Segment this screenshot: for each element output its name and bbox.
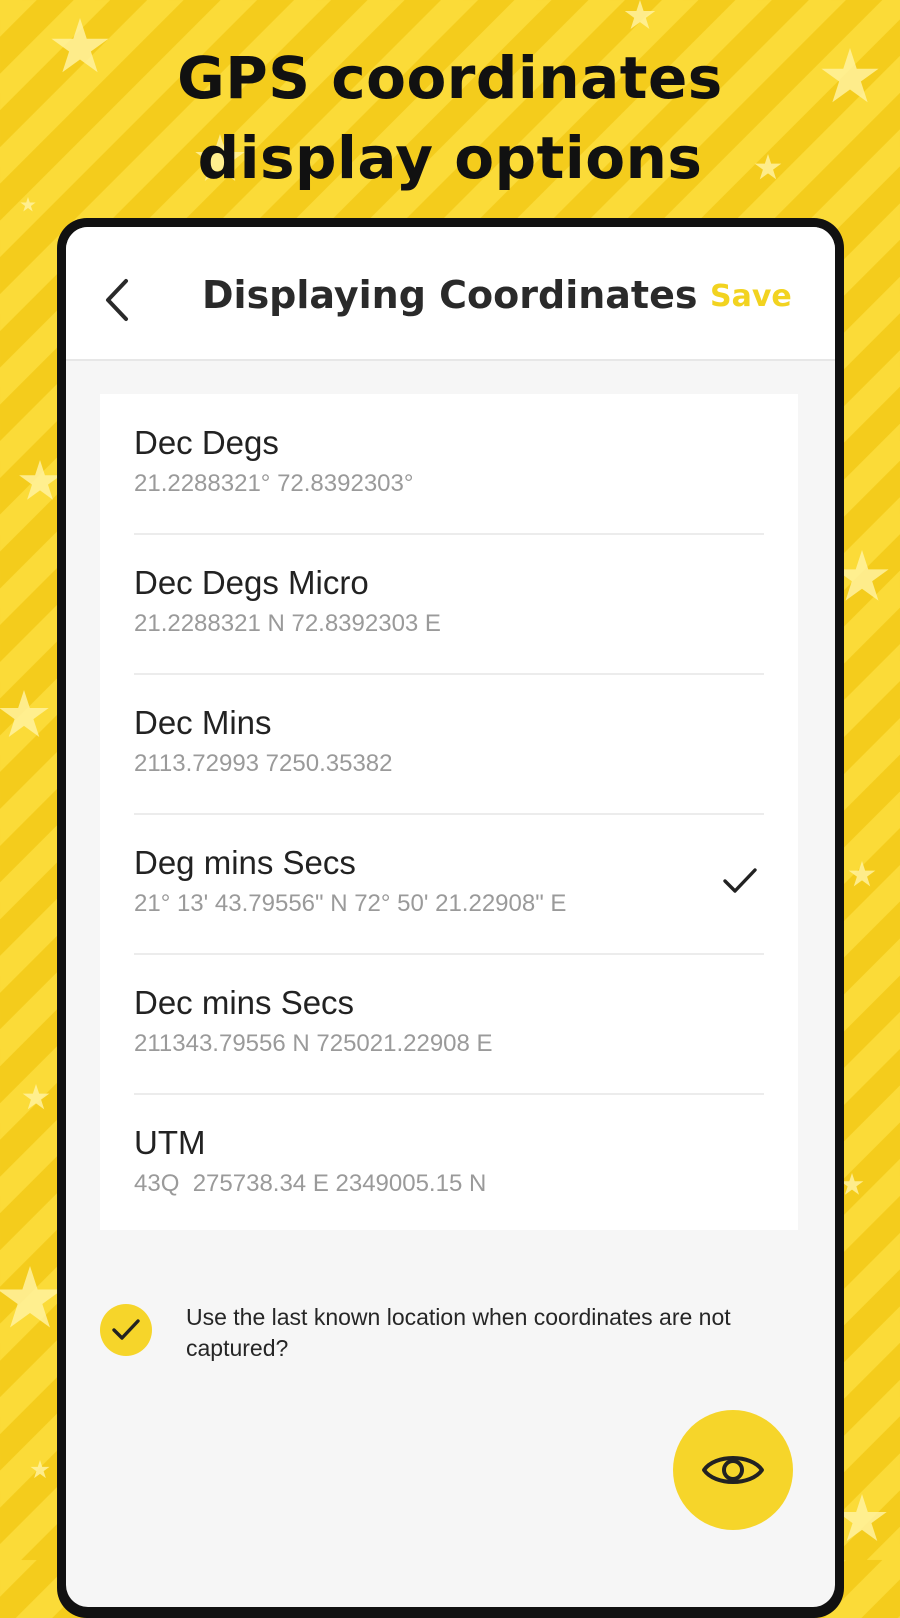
star-decoration [840,1173,864,1195]
star-decoration [30,1460,50,1479]
option-label: Deg mins Secs [134,844,356,881]
promo-headline: GPS coordinates display options [0,38,900,198]
option-example-value: 21° 13' 43.79556" N 72° 50' 21.22908" E [134,890,567,917]
app-bar: Displaying Coordinates Save [66,227,835,361]
option-label: Dec Degs Micro [134,564,369,601]
option-deg-mins-secs[interactable]: Deg mins Secs 21° 13' 43.79556" N 72° 50… [134,814,764,955]
star-decoration [20,197,36,212]
promo-headline-line-2: display options [197,124,703,192]
option-dec-mins[interactable]: Dec Mins 2113.72993 7250.35382 [134,674,764,815]
option-example-value: 43Q 275738.34 E 2349005.15 N [134,1170,487,1197]
star-decoration [0,1266,63,1328]
preview-fab-button[interactable] [673,1410,793,1530]
option-label: Dec mins Secs [134,984,355,1021]
option-label: Dec Mins [134,704,272,741]
page-title: Displaying Coordinates [202,273,698,317]
option-label: Dec Degs [134,424,279,461]
app-screen: Displaying Coordinates Save Dec Degs 21.… [66,227,835,1607]
coordinate-format-list: Dec Degs 21.2288321° 72.8392303° Dec Deg… [100,394,798,1230]
option-utm[interactable]: UTM 43Q 275738.34 E 2349005.15 N [134,1094,764,1233]
option-example-value: 2113.72993 7250.35382 [134,750,393,777]
star-decoration [22,1084,50,1110]
promo-headline-line-1: GPS coordinates [177,44,723,112]
eye-icon [702,1456,764,1484]
option-dec-degs[interactable]: Dec Degs 21.2288321° 72.8392303° [134,394,764,535]
last-known-location-setting: Use the last known location when coordin… [100,1302,800,1392]
star-decoration [837,1494,887,1542]
option-dec-mins-secs[interactable]: Dec mins Secs 211343.79556 N 725021.2290… [134,954,764,1095]
option-label: UTM [134,1124,206,1161]
phone-frame: Displaying Coordinates Save Dec Degs 21.… [57,218,844,1618]
star-decoration [624,0,656,29]
back-button[interactable] [98,275,138,325]
option-example-value: 211343.79556 N 725021.22908 E [134,1030,493,1057]
star-decoration [19,460,61,500]
star-decoration [848,861,876,887]
checkmark-icon [112,1319,140,1340]
option-example-value: 21.2288321 N 72.8392303 E [134,610,441,637]
last-known-location-label: Use the last known location when coordin… [186,1304,731,1361]
option-example-value: 21.2288321° 72.8392303° [134,470,414,497]
chevron-left-icon [106,279,128,321]
last-known-location-checkbox[interactable] [100,1304,152,1356]
star-decoration [0,690,49,738]
checkmark-icon [723,868,757,893]
save-button[interactable]: Save [710,279,792,314]
option-dec-degs-micro[interactable]: Dec Degs Micro 21.2288321 N 72.8392303 E [134,534,764,675]
